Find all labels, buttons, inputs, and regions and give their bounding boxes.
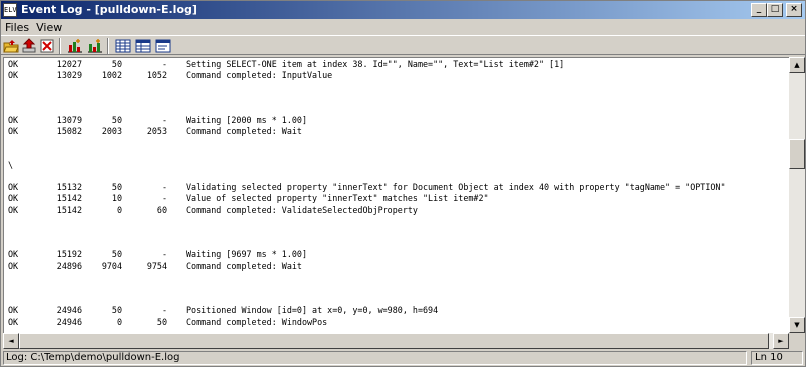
log-status: OK bbox=[8, 59, 19, 69]
log-message: Command completed: InputValue bbox=[186, 70, 333, 81]
table-view-icon[interactable] bbox=[135, 38, 151, 54]
log-message: Command completed: Wait bbox=[186, 260, 302, 271]
log-status: OK bbox=[8, 249, 19, 260]
event-log-window: ELV Event Log - [pulldown-E.log] _ □ × F… bbox=[0, 0, 806, 367]
log-duration: 1002 bbox=[101, 70, 122, 81]
delete-icon[interactable] bbox=[39, 38, 55, 54]
log-total: 9754 bbox=[146, 260, 167, 271]
log-message: Command completed: Wait bbox=[186, 126, 302, 137]
log-time: 13079 bbox=[56, 115, 82, 125]
log-time: 13029 bbox=[56, 70, 82, 81]
close-button[interactable]: × bbox=[786, 3, 802, 17]
vertical-scrollbar[interactable]: ▲ ▼ bbox=[789, 57, 805, 333]
horizontal-scrollbar[interactable]: ◄ ► bbox=[3, 333, 789, 349]
log-duration: 50 bbox=[111, 305, 122, 316]
log-message: Positioned Window [id=0] at x=0, y=0, w=… bbox=[186, 305, 439, 316]
menu-bar: Files View bbox=[1, 19, 805, 35]
vertical-scroll-thumb[interactable] bbox=[789, 139, 805, 169]
scroll-left-button[interactable]: ◄ bbox=[3, 333, 19, 349]
log-duration: 50 bbox=[111, 59, 122, 69]
toolbar-separator bbox=[107, 38, 109, 54]
log-time: 15082 bbox=[56, 126, 82, 137]
log-status: \ bbox=[8, 159, 14, 170]
log-message: Value of selected property "innerText" m… bbox=[186, 193, 489, 204]
log-duration: 9704 bbox=[101, 260, 122, 271]
log-total: 1052 bbox=[146, 70, 167, 81]
log-total: - bbox=[161, 182, 167, 193]
log-total: 60 bbox=[156, 204, 167, 215]
log-total: - bbox=[161, 249, 167, 260]
log-time: 15192 bbox=[56, 249, 82, 260]
log-total: - bbox=[161, 115, 167, 125]
status-log-path: Log: C:\Temp\demo\pulldown-E.log bbox=[3, 351, 747, 365]
log-duration: 50 bbox=[111, 249, 122, 260]
title-bar[interactable]: ELV Event Log - [pulldown-E.log] _ □ × bbox=[1, 1, 805, 19]
log-duration: 0 bbox=[116, 204, 122, 215]
log-total: - bbox=[161, 193, 167, 204]
log-status: OK bbox=[8, 204, 19, 215]
list-view-icon[interactable] bbox=[155, 38, 171, 54]
log-message: Command completed: WindowPos bbox=[186, 316, 328, 327]
log-duration: 50 bbox=[111, 182, 122, 193]
log-duration: 50 bbox=[111, 115, 122, 125]
log-total: - bbox=[161, 305, 167, 316]
log-message: Validating selected property "innerText"… bbox=[186, 182, 726, 193]
log-time: 15132 bbox=[56, 182, 82, 193]
log-status: OK bbox=[8, 260, 19, 271]
toolbar-separator bbox=[59, 38, 61, 54]
horizontal-scroll-thumb[interactable] bbox=[19, 333, 769, 349]
log-status: OK bbox=[8, 193, 19, 204]
log-time: 15142 bbox=[56, 193, 82, 204]
grid-view-icon[interactable] bbox=[115, 38, 131, 54]
log-status: OK bbox=[8, 126, 19, 137]
log-total: - bbox=[161, 59, 167, 69]
menu-view[interactable]: View bbox=[34, 21, 67, 34]
open-folder-icon[interactable] bbox=[3, 38, 19, 54]
log-time: 24946 bbox=[56, 305, 82, 316]
log-status: OK bbox=[8, 115, 19, 125]
minimize-button[interactable]: _ bbox=[751, 3, 767, 17]
upload-icon[interactable] bbox=[21, 38, 37, 54]
log-time: 15142 bbox=[56, 204, 82, 215]
log-total: 50 bbox=[156, 316, 167, 327]
bar-chart-alt-icon[interactable] bbox=[87, 38, 103, 54]
log-message: Setting SELECT-ONE item at index 38. Id=… bbox=[186, 59, 565, 69]
log-duration: 10 bbox=[111, 193, 122, 204]
app-icon[interactable]: ELV bbox=[3, 3, 17, 17]
toolbar bbox=[1, 35, 805, 55]
menu-files[interactable]: Files bbox=[3, 21, 34, 34]
scroll-up-button[interactable]: ▲ bbox=[789, 57, 805, 73]
maximize-button[interactable]: □ bbox=[767, 3, 783, 17]
log-status: OK bbox=[8, 316, 19, 327]
bar-chart-icon[interactable] bbox=[67, 38, 83, 54]
log-time: 24946 bbox=[56, 316, 82, 327]
log-time: 24896 bbox=[56, 260, 82, 271]
log-total: 2053 bbox=[146, 126, 167, 137]
scroll-right-button[interactable]: ► bbox=[773, 333, 789, 349]
log-message: Command completed: ValidateSelectedObjPr… bbox=[186, 204, 418, 215]
scroll-down-button[interactable]: ▼ bbox=[789, 317, 805, 333]
log-status: OK bbox=[8, 70, 19, 81]
log-time: 12027 bbox=[56, 59, 82, 69]
log-status: OK bbox=[8, 305, 19, 316]
scrollbar-corner bbox=[789, 333, 805, 349]
log-message: Waiting [9697 ms * 1.00] bbox=[186, 249, 308, 260]
log-duration: 2003 bbox=[101, 126, 122, 137]
log-message: Waiting [2000 ms * 1.00] bbox=[186, 115, 308, 125]
log-status: OK bbox=[8, 182, 19, 193]
window-title: Event Log - [pulldown-E.log] bbox=[21, 3, 197, 16]
log-duration: 0 bbox=[116, 316, 122, 327]
log-content[interactable]: OK 12027 50- Setting SELECT-ONE item at ind… bbox=[3, 57, 789, 333]
status-bar: Log: C:\Temp\demo\pulldown-E.log Ln 10 bbox=[1, 350, 805, 366]
status-line-number: Ln 10 bbox=[751, 351, 803, 365]
